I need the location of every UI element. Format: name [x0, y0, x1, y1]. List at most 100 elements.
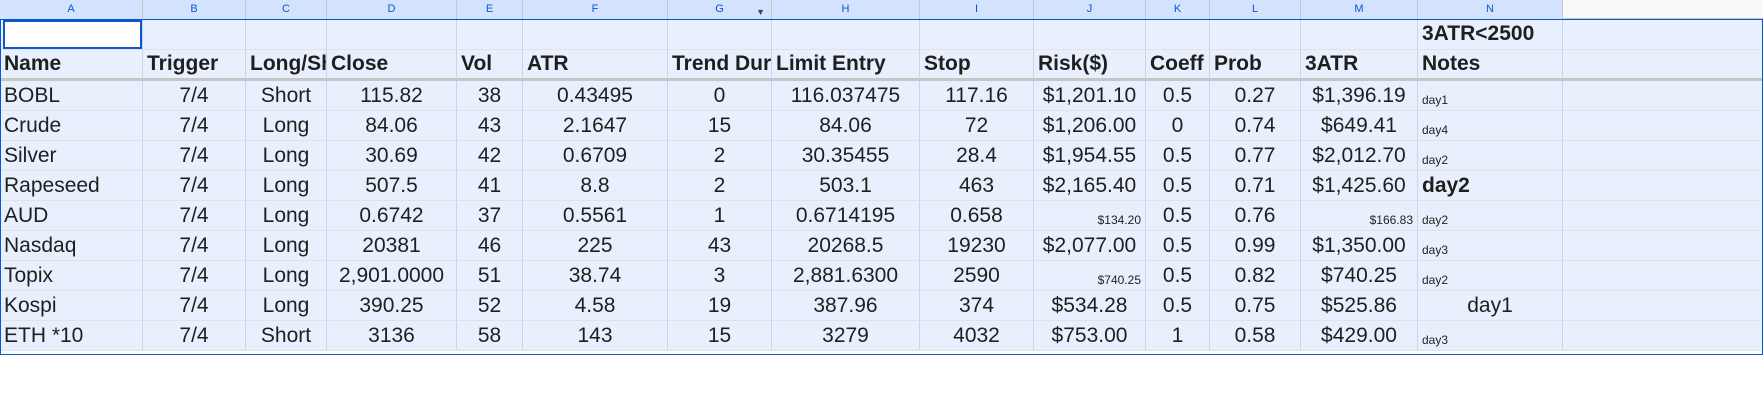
cell-trend-dur[interactable]: 3	[668, 261, 772, 290]
cell-notes[interactable]: day2	[1418, 171, 1563, 200]
column-header-g[interactable]: G ▼	[668, 0, 772, 19]
cell-notes[interactable]: day1	[1418, 81, 1563, 110]
cell-3atr[interactable]: $1,425.60	[1301, 171, 1418, 200]
header-cell-trigger[interactable]: Trigger	[143, 50, 246, 78]
cell-coeff[interactable]: 0.5	[1146, 171, 1210, 200]
cell-name[interactable]: Silver	[0, 141, 143, 170]
cell-risk[interactable]: $2,077.00	[1034, 231, 1146, 260]
cell-notes[interactable]: day3	[1418, 231, 1563, 260]
grid-cell[interactable]	[327, 19, 457, 49]
header-cell-vol[interactable]: Vol	[457, 50, 523, 78]
cell-name[interactable]: AUD	[0, 201, 143, 230]
cell-trend-dur[interactable]: 15	[668, 111, 772, 140]
cell-stop[interactable]: 0.658	[920, 201, 1034, 230]
cell-close[interactable]: 20381	[327, 231, 457, 260]
cell-coeff[interactable]: 0.5	[1146, 261, 1210, 290]
cell-3atr[interactable]: $740.25	[1301, 261, 1418, 290]
header-cell-side[interactable]: Long/Sh	[246, 50, 327, 78]
cell-stop[interactable]: 374	[920, 291, 1034, 320]
cell-stop[interactable]: 117.16	[920, 81, 1034, 110]
cell-name[interactable]: ETH *10	[0, 321, 143, 350]
cell-name[interactable]: BOBL	[0, 81, 143, 110]
cell-trend-dur[interactable]: 0	[668, 81, 772, 110]
cell-risk[interactable]: $1,206.00	[1034, 111, 1146, 140]
cell-side[interactable]: Short	[246, 81, 327, 110]
cell-close[interactable]: 390.25	[327, 291, 457, 320]
cell-prob[interactable]: 0.82	[1210, 261, 1301, 290]
cell-limit-entry[interactable]: 503.1	[772, 171, 920, 200]
cell-close[interactable]: 84.06	[327, 111, 457, 140]
cell-atr[interactable]: 0.6709	[523, 141, 668, 170]
cell-prob[interactable]: 0.99	[1210, 231, 1301, 260]
grid-cell[interactable]	[143, 19, 246, 49]
cell-risk[interactable]: $1,201.10	[1034, 81, 1146, 110]
cell-stop[interactable]: 463	[920, 171, 1034, 200]
column-header-k[interactable]: K	[1146, 0, 1210, 19]
cell-risk[interactable]: $534.28	[1034, 291, 1146, 320]
cell-limit-entry[interactable]: 0.6714195	[772, 201, 920, 230]
cell-atr[interactable]: 8.8	[523, 171, 668, 200]
column-header-m[interactable]: M	[1301, 0, 1418, 19]
cell-atr[interactable]: 0.43495	[523, 81, 668, 110]
cell-3atr[interactable]: $525.86	[1301, 291, 1418, 320]
cell-atr[interactable]: 0.5561	[523, 201, 668, 230]
cell-vol[interactable]: 37	[457, 201, 523, 230]
cell-trigger[interactable]: 7/4	[143, 141, 246, 170]
cell-limit-entry[interactable]: 30.35455	[772, 141, 920, 170]
grid-cell[interactable]	[1034, 19, 1146, 49]
cell-stop[interactable]: 19230	[920, 231, 1034, 260]
cell-trend-dur[interactable]: 2	[668, 141, 772, 170]
cell-vol[interactable]: 41	[457, 171, 523, 200]
cell-coeff[interactable]: 0.5	[1146, 141, 1210, 170]
cell-coeff[interactable]: 1	[1146, 321, 1210, 350]
column-header-c[interactable]: C	[246, 0, 327, 19]
header-cell-risk[interactable]: Risk($)	[1034, 50, 1146, 78]
cell-vol[interactable]: 51	[457, 261, 523, 290]
cell-trigger[interactable]: 7/4	[143, 291, 246, 320]
cell-stop[interactable]: 2590	[920, 261, 1034, 290]
grid-cell[interactable]	[1210, 19, 1301, 49]
cell-notes[interactable]: day3	[1418, 321, 1563, 350]
cell-risk[interactable]: $2,165.40	[1034, 171, 1146, 200]
cell-notes[interactable]: day2	[1418, 261, 1563, 290]
column-header-b[interactable]: B	[143, 0, 246, 19]
cell-close[interactable]: 0.6742	[327, 201, 457, 230]
cell-prob[interactable]: 0.74	[1210, 111, 1301, 140]
cell-vol[interactable]: 43	[457, 111, 523, 140]
cell-3atr[interactable]: $1,396.19	[1301, 81, 1418, 110]
column-header-l[interactable]: L	[1210, 0, 1301, 19]
cell-atr[interactable]: 4.58	[523, 291, 668, 320]
header-cell-name[interactable]: Name	[0, 50, 143, 78]
cell-coeff[interactable]: 0.5	[1146, 231, 1210, 260]
header-cell-3atr[interactable]: 3ATR	[1301, 50, 1418, 78]
cell-atr[interactable]: 143	[523, 321, 668, 350]
cell-side[interactable]: Long	[246, 201, 327, 230]
cell-side[interactable]: Long	[246, 231, 327, 260]
cell-prob[interactable]: 0.76	[1210, 201, 1301, 230]
cell-risk[interactable]: $753.00	[1034, 321, 1146, 350]
cell-trigger[interactable]: 7/4	[143, 321, 246, 350]
cell-trend-dur[interactable]: 2	[668, 171, 772, 200]
cell-close[interactable]: 30.69	[327, 141, 457, 170]
cell-limit-entry[interactable]: 2,881.6300	[772, 261, 920, 290]
column-header-i[interactable]: I	[920, 0, 1034, 19]
cell-prob[interactable]: 0.71	[1210, 171, 1301, 200]
cell-vol[interactable]: 42	[457, 141, 523, 170]
cell-trigger[interactable]: 7/4	[143, 231, 246, 260]
cell-vol[interactable]: 58	[457, 321, 523, 350]
column-header-n[interactable]: N	[1418, 0, 1563, 19]
column-header-f[interactable]: F	[523, 0, 668, 19]
grid-cell[interactable]	[457, 19, 523, 49]
cell-side[interactable]: Long	[246, 111, 327, 140]
cell-limit-entry[interactable]: 116.037475	[772, 81, 920, 110]
column-header-d[interactable]: D	[327, 0, 457, 19]
cell-close[interactable]: 2,901.0000	[327, 261, 457, 290]
column-header-a[interactable]: A	[0, 0, 143, 19]
cell-close[interactable]: 3136	[327, 321, 457, 350]
cell-trend-dur[interactable]: 1	[668, 201, 772, 230]
cell-name[interactable]: Crude	[0, 111, 143, 140]
grid-cell[interactable]	[1146, 19, 1210, 49]
cell-coeff[interactable]: 0	[1146, 111, 1210, 140]
cell-side[interactable]: Short	[246, 321, 327, 350]
header-cell-notes[interactable]: Notes	[1418, 50, 1563, 78]
